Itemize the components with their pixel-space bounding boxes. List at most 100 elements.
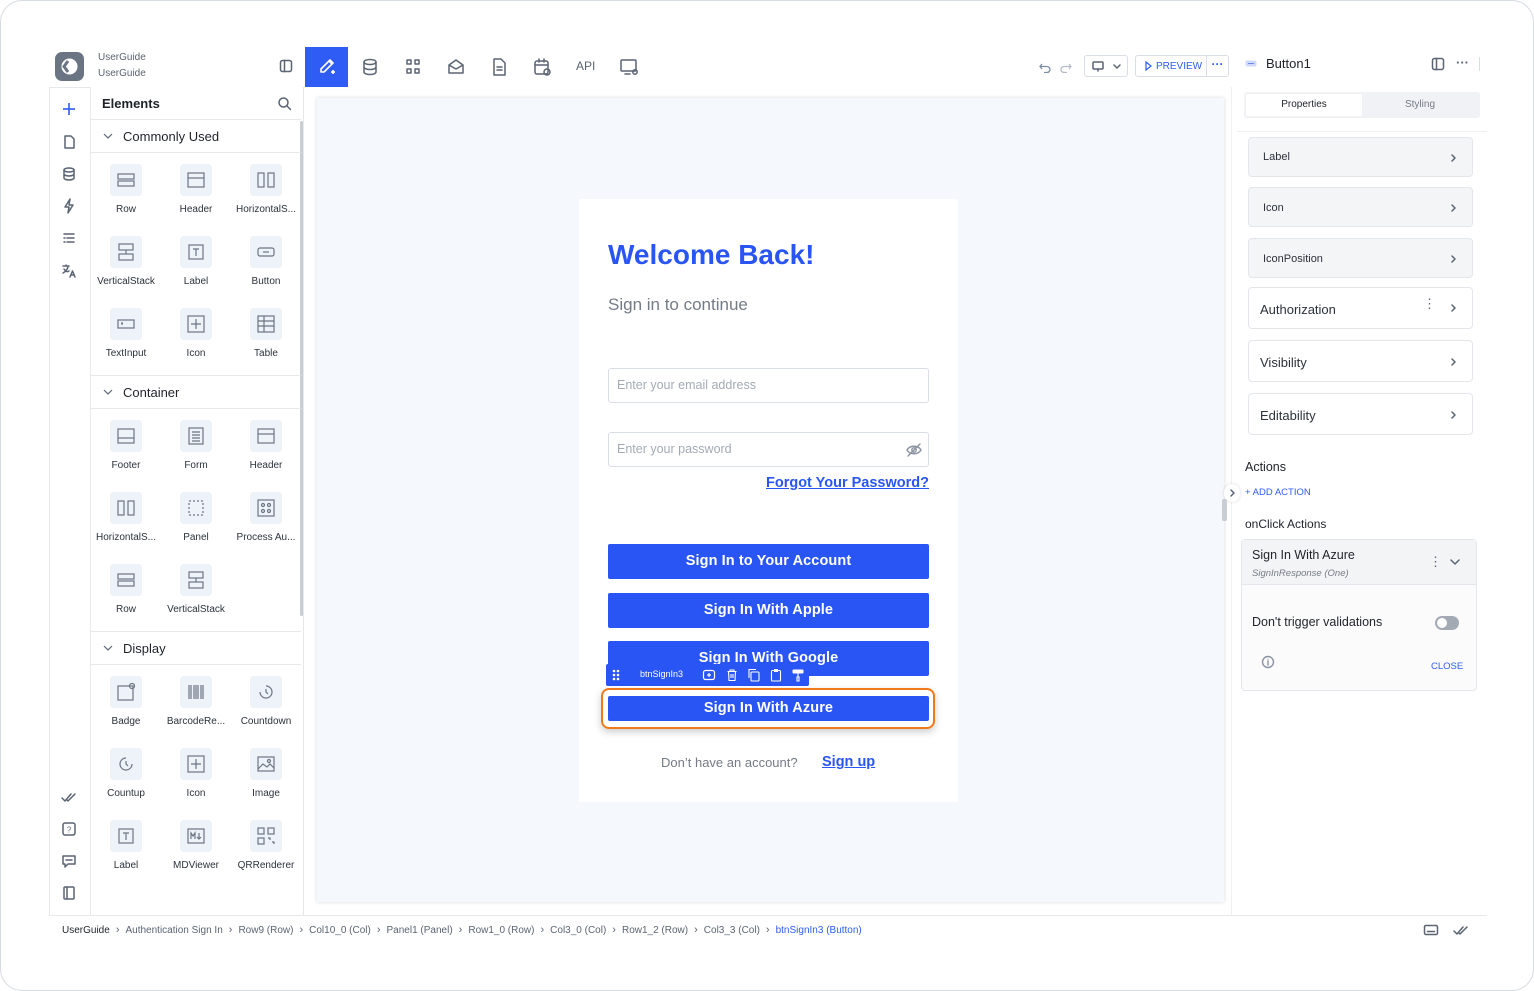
action-header[interactable]: Sign In With Azure SignInResponse (One) … xyxy=(1242,540,1476,585)
element-item[interactable]: Icon xyxy=(161,748,231,799)
element-item[interactable]: Process Au... xyxy=(231,492,301,543)
element-item[interactable]: Header xyxy=(161,164,231,215)
element-item[interactable]: Image xyxy=(231,748,301,799)
prop-editability[interactable]: Editability xyxy=(1248,393,1473,435)
forgot-password-link[interactable]: Forgot Your Password? xyxy=(764,475,929,491)
breadcrumb-item[interactable]: UserGuide xyxy=(62,925,110,936)
element-item[interactable]: Label xyxy=(161,236,231,287)
eye-off-icon[interactable] xyxy=(906,442,922,458)
breadcrumb-item[interactable]: btnSignIn3 (Button) xyxy=(776,925,862,936)
tab-styling[interactable]: Styling xyxy=(1362,94,1478,116)
section-header[interactable]: Container xyxy=(91,378,301,408)
wrap-icon[interactable] xyxy=(702,668,716,682)
breadcrumb-item[interactable]: Row1_0 (Row) xyxy=(468,925,534,936)
collapse-panel-icon[interactable] xyxy=(279,59,293,73)
translate-icon[interactable] xyxy=(61,263,77,279)
element-item[interactable]: Badge xyxy=(91,676,161,727)
breadcrumb-item[interactable]: Row1_2 (Row) xyxy=(622,925,688,936)
element-item[interactable]: Row xyxy=(91,164,161,215)
prop-authorization[interactable]: Authorization ⋮ xyxy=(1248,287,1473,329)
database-icon[interactable] xyxy=(61,166,77,182)
database-icon[interactable] xyxy=(359,56,381,78)
design-tab-button[interactable] xyxy=(305,47,348,87)
undo-icon[interactable] xyxy=(1038,59,1052,73)
element-item[interactable]: VerticalStack xyxy=(91,236,161,287)
workflow-icon[interactable] xyxy=(402,56,424,78)
document-icon[interactable] xyxy=(488,56,510,78)
element-item[interactable]: Footer xyxy=(91,420,161,471)
breadcrumb-item[interactable]: Authentication Sign In xyxy=(125,925,222,936)
element-item[interactable]: Header xyxy=(231,420,301,471)
close-button[interactable]: CLOSE xyxy=(1431,661,1463,672)
info-icon[interactable] xyxy=(1261,655,1275,669)
dock-panel-icon[interactable] xyxy=(1431,57,1445,71)
element-item[interactable]: Table xyxy=(231,308,301,359)
chevron-down-icon[interactable] xyxy=(1450,558,1460,566)
element-item[interactable]: BarcodeRe... xyxy=(161,676,231,727)
element-item[interactable]: TextInput xyxy=(91,308,161,359)
password-field[interactable]: Enter your password xyxy=(608,432,929,467)
add-icon[interactable] xyxy=(61,101,77,117)
resize-handle[interactable] xyxy=(1222,499,1227,521)
element-item[interactable]: Row xyxy=(91,564,161,615)
element-item[interactable]: HorizontalS... xyxy=(91,492,161,543)
chat-icon[interactable] xyxy=(61,853,77,869)
element-item[interactable]: VerticalStack xyxy=(161,564,231,615)
kebab-icon[interactable]: ⋮ xyxy=(1423,297,1436,310)
prop-icon[interactable]: Icon xyxy=(1248,187,1473,227)
paste-icon[interactable] xyxy=(769,668,783,682)
prop-icon-position[interactable]: IconPosition xyxy=(1248,238,1473,278)
email-field[interactable]: Enter your email address xyxy=(608,368,929,403)
section-header[interactable]: Display xyxy=(91,634,301,664)
help-icon[interactable]: ? xyxy=(61,821,77,837)
breadcrumb-item[interactable]: Panel1 (Panel) xyxy=(387,925,453,936)
validation-toggle[interactable] xyxy=(1435,616,1459,630)
calendar-icon[interactable] xyxy=(531,56,553,78)
component-name[interactable]: Button1 xyxy=(1266,56,1311,71)
device-select[interactable] xyxy=(1084,55,1128,77)
preview-button[interactable]: PREVIEW ··· xyxy=(1135,55,1229,77)
drag-handle-icon[interactable] xyxy=(611,668,621,682)
prop-label[interactable]: Label xyxy=(1248,137,1473,177)
widget-toolbar[interactable]: btnSignIn3 xyxy=(606,664,809,686)
double-check-icon[interactable] xyxy=(61,789,77,805)
book-icon[interactable] xyxy=(61,885,77,901)
kebab-icon[interactable]: ⋮ xyxy=(1429,554,1442,570)
sign-in-account-button[interactable]: Sign In to Your Account xyxy=(608,544,929,579)
breadcrumb-item[interactable]: Col10_0 (Col) xyxy=(309,925,371,936)
element-item[interactable]: Label xyxy=(91,820,161,871)
element-item[interactable]: QRRenderer xyxy=(231,820,301,871)
monitor-settings-icon[interactable] xyxy=(618,56,640,78)
lightning-icon[interactable] xyxy=(61,198,77,214)
element-item[interactable]: Form xyxy=(161,420,231,471)
paint-roller-icon[interactable] xyxy=(791,668,805,682)
tab-properties[interactable]: Properties xyxy=(1246,94,1362,116)
prop-visibility[interactable]: Visibility xyxy=(1248,340,1473,382)
more-options-icon[interactable]: ··· xyxy=(1206,56,1228,76)
add-action-button[interactable]: + ADD ACTION xyxy=(1245,487,1311,498)
section-header[interactable]: Commonly Used xyxy=(91,122,301,152)
more-icon[interactable]: ··· xyxy=(1456,55,1469,70)
sign-up-link[interactable]: Sign up xyxy=(822,754,875,770)
api-tab[interactable]: API xyxy=(576,59,595,73)
element-item[interactable]: Button xyxy=(231,236,301,287)
copy-icon[interactable] xyxy=(747,668,761,682)
double-check-icon[interactable] xyxy=(1453,923,1469,937)
redo-icon[interactable] xyxy=(1059,59,1073,73)
element-item[interactable]: Countup xyxy=(91,748,161,799)
breadcrumb-item[interactable]: Row9 (Row) xyxy=(238,925,293,936)
keyboard-icon[interactable] xyxy=(1423,923,1439,937)
search-icon[interactable] xyxy=(277,96,292,111)
app-logo-icon[interactable] xyxy=(55,52,84,81)
element-item[interactable]: Countdown xyxy=(231,676,301,727)
element-item[interactable]: Panel xyxy=(161,492,231,543)
element-item[interactable]: Icon xyxy=(161,308,231,359)
element-item[interactable]: MDViewer xyxy=(161,820,231,871)
breadcrumb-item[interactable]: Col3_3 (Col) xyxy=(704,925,760,936)
breadcrumb-item[interactable]: Col3_0 (Col) xyxy=(550,925,606,936)
delete-icon[interactable] xyxy=(725,668,739,682)
page-icon[interactable] xyxy=(61,134,77,150)
sign-in-apple-button[interactable]: Sign In With Apple xyxy=(608,593,929,628)
sign-in-azure-button[interactable]: Sign In With Azure xyxy=(608,696,929,721)
mail-icon[interactable] xyxy=(445,56,467,78)
